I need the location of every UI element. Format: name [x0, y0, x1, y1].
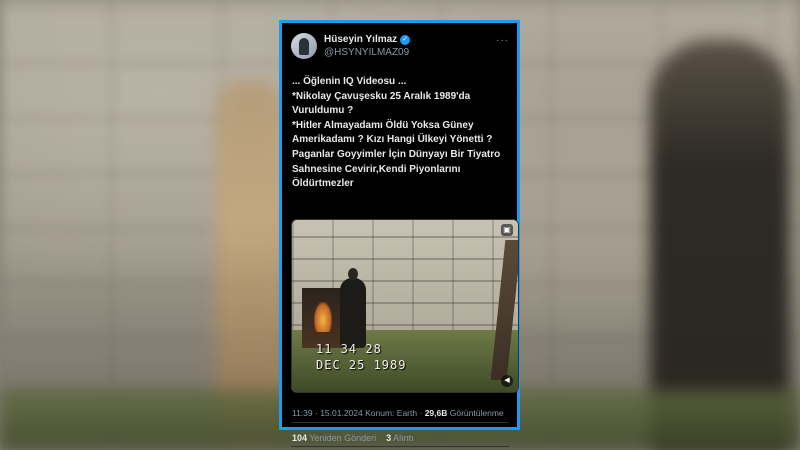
- quotes-label: Alıntı: [393, 433, 414, 443]
- volume-icon[interactable]: ◀: [501, 375, 513, 387]
- tweet-timestamp[interactable]: 11:39 · 15.01.2024: [292, 408, 363, 418]
- views-count: 29,6B: [424, 408, 448, 418]
- video-frame-flame: [314, 302, 332, 332]
- tweet-meta: 11:39 · 15.01.2024 Konum: Earth · 29,6B …: [292, 408, 504, 418]
- tweet-text-line: *Hitler Almayadamı Öldü Yoksa Güney Amer…: [292, 119, 493, 146]
- video-frame-person: [340, 268, 366, 348]
- tweet-text-line: ... Öğlenin IQ Videosu ...: [292, 76, 407, 87]
- reposts-label: Yeniden Gönderi: [309, 433, 377, 443]
- meta-separator: ·: [419, 408, 423, 418]
- divider: [291, 422, 509, 423]
- more-options-icon[interactable]: ···: [496, 35, 509, 46]
- divider: [291, 446, 509, 447]
- tweet-text-line: *Nikolay Çavuşesku 25 Aralık 1989'da Vur…: [292, 90, 471, 117]
- tweet-header: Hüseyin Yılmaz ✓ @HSYNYILMAZ09 ···: [291, 31, 509, 63]
- reposts-count: 104: [292, 433, 308, 443]
- quotes-count: 3: [386, 433, 392, 443]
- tweet-video[interactable]: 11 34 28 DEC 25 1989 ▣ ◀: [291, 219, 519, 393]
- video-timestamp-time: 11 34 28: [316, 342, 382, 356]
- reposts-stat[interactable]: 104 Yeniden Gönderi: [292, 433, 376, 443]
- author-name-row: Hüseyin Yılmaz ✓: [324, 34, 411, 45]
- tweet-card: Hüseyin Yılmaz ✓ @HSYNYILMAZ09 ··· ... Ö…: [279, 20, 520, 447]
- gif-icon[interactable]: ▣: [501, 224, 513, 236]
- author-handle[interactable]: @HSYNYILMAZ09: [324, 47, 409, 58]
- verified-badge-icon: ✓: [400, 34, 411, 45]
- author-name[interactable]: Hüseyin Yılmaz: [324, 34, 397, 45]
- views-label: Görüntülenme: [449, 408, 504, 418]
- tweet-stats: 104 Yeniden Gönderi 3 Alıntı: [292, 433, 414, 443]
- avatar[interactable]: [291, 33, 317, 59]
- background-figure-left: [215, 80, 285, 440]
- quotes-stat[interactable]: 3 Alıntı: [386, 433, 414, 443]
- tweet-location: Konum: Earth: [365, 408, 418, 418]
- tweet-text-line: Paganlar Goyyimler İçin Dünyayı Bir Tiya…: [292, 148, 501, 190]
- video-timestamp-date: DEC 25 1989: [316, 358, 407, 372]
- background-figure-right: [650, 40, 790, 450]
- tweet-text: ... Öğlenin IQ Videosu ... *Nikolay Çavu…: [292, 75, 517, 192]
